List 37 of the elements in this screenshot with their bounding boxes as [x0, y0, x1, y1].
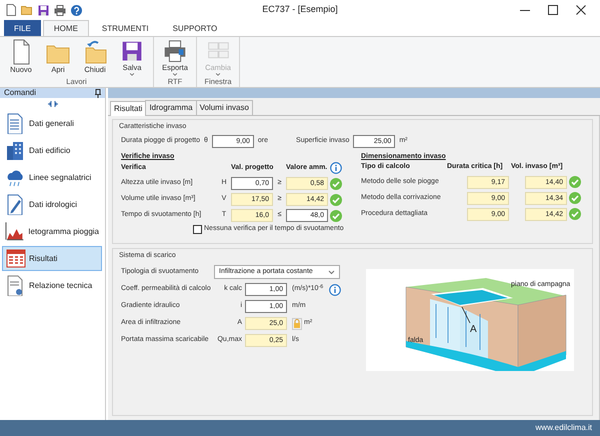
caret-icon	[172, 72, 178, 77]
help-icon[interactable]	[71, 4, 82, 16]
maximize-icon[interactable]	[548, 5, 558, 15]
close-icon[interactable]	[576, 5, 586, 15]
website-link[interactable]: www.edilclima.it	[536, 422, 592, 434]
checkbox[interactable]	[193, 224, 202, 234]
printer-icon[interactable]	[54, 4, 66, 16]
collapse-icon[interactable]	[46, 100, 58, 108]
folder-icon[interactable]	[21, 5, 33, 15]
caret-icon	[215, 72, 221, 77]
sidebar-item[interactable]: Dati edificio	[2, 138, 102, 163]
ribbon-tab[interactable]: STRUMENTI	[90, 20, 160, 36]
pin-icon[interactable]	[95, 88, 101, 98]
table-icon	[5, 248, 26, 269]
info-icon[interactable]	[329, 284, 342, 296]
sidebar-item[interactable]: Dati generali	[2, 111, 102, 136]
ribbon-tab[interactable]: FILE	[4, 20, 41, 36]
sidebar-item[interactable]: Relazione tecnica	[2, 273, 102, 298]
area-chart-icon	[5, 221, 26, 242]
panel-title: Comandi	[4, 88, 36, 99]
tab[interactable]: Risultati	[110, 101, 146, 116]
building-icon	[5, 140, 26, 161]
tab[interactable]: Volumi invaso	[196, 100, 253, 115]
sidebar-item[interactable]: Dati idrologici	[2, 192, 102, 217]
caret-icon	[328, 270, 335, 274]
sidebar-item[interactable]: Linee segnalatrici	[2, 165, 102, 190]
diagram-label: A	[470, 325, 477, 335]
info-icon[interactable]	[330, 162, 342, 174]
ribbon-tab[interactable]: SUPPORTO	[162, 20, 228, 36]
sidebar-item[interactable]: Ietogramma pioggia	[2, 219, 102, 244]
window-title: EC737 - [Esempio]	[262, 4, 338, 14]
tab[interactable]: Idrogramma	[145, 100, 197, 115]
save-icon[interactable]	[38, 4, 49, 16]
ribbon-tab[interactable]: HOME	[42, 20, 89, 36]
sidebar-item[interactable]: Risultati	[2, 246, 102, 271]
caret-icon	[129, 72, 135, 77]
new-file-icon[interactable]	[6, 4, 16, 16]
